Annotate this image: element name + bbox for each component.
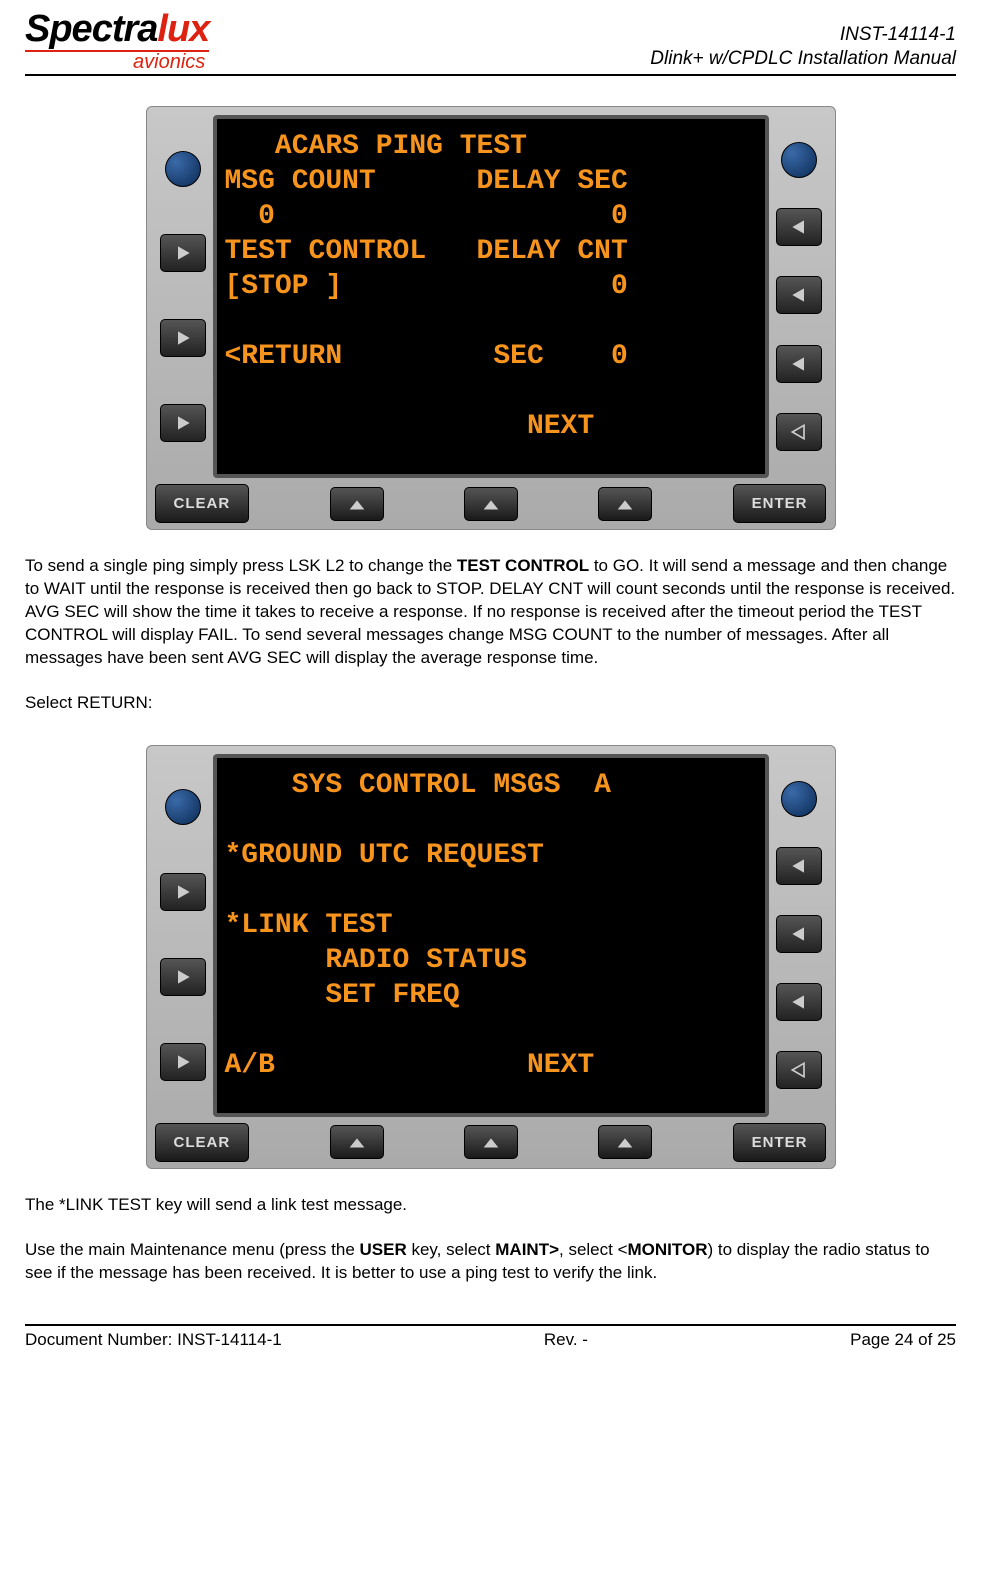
lsk-r3[interactable] xyxy=(776,276,822,314)
annunciator-left-2[interactable] xyxy=(165,789,201,825)
arrow-up-button-1[interactable] xyxy=(330,487,384,521)
annunciator-right[interactable] xyxy=(781,142,817,178)
bold-user: USER xyxy=(360,1240,407,1259)
arrow-up-button-2[interactable] xyxy=(464,487,518,521)
enter-button-2[interactable]: ENTER xyxy=(733,1123,827,1162)
clear-button-2[interactable]: CLEAR xyxy=(155,1123,250,1162)
lsk-r5[interactable] xyxy=(776,413,822,451)
clear-button[interactable]: CLEAR xyxy=(155,484,250,523)
left-lsk-column xyxy=(153,115,213,478)
paragraph-4: Use the main Maintenance menu (press the… xyxy=(25,1239,956,1285)
footer-left: Document Number: INST-14114-1 xyxy=(25,1330,282,1350)
lsk-l3b[interactable] xyxy=(160,958,206,996)
logo-text-1: Spectra xyxy=(25,8,157,50)
cdu-unit-1: ACARS PING TEST MSG COUNT DELAY SEC 0 0 … xyxy=(146,106,836,530)
lsk-r2b[interactable] xyxy=(776,847,822,885)
arrow-up-button-b3[interactable] xyxy=(598,1125,652,1159)
paragraph-1: To send a single ping simply press LSK L… xyxy=(25,555,956,670)
lsk-l2b[interactable] xyxy=(160,873,206,911)
lsk-r2[interactable] xyxy=(776,208,822,246)
page-footer: Document Number: INST-14114-1 Rev. - Pag… xyxy=(25,1324,956,1350)
lsk-r4b[interactable] xyxy=(776,983,822,1021)
cdu-screen-1: ACARS PING TEST MSG COUNT DELAY SEC 0 0 … xyxy=(213,115,769,478)
header-right: INST-14114-1 Dlink+ w/CPDLC Installation… xyxy=(650,23,956,72)
arrow-up-button-b2[interactable] xyxy=(464,1125,518,1159)
logo-text-2: lux xyxy=(157,8,209,50)
left-lsk-column-2 xyxy=(153,754,213,1117)
logo: Spectralux avionics xyxy=(25,10,209,72)
lsk-r4[interactable] xyxy=(776,345,822,383)
lsk-l4b[interactable] xyxy=(160,1043,206,1081)
page-header: Spectralux avionics INST-14114-1 Dlink+ … xyxy=(25,10,956,76)
enter-button[interactable]: ENTER xyxy=(733,484,827,523)
lsk-r5b[interactable] xyxy=(776,1051,822,1089)
right-lsk-column xyxy=(769,115,829,478)
logo-subtext: avionics xyxy=(25,50,209,72)
bold-maint: MAINT> xyxy=(495,1240,559,1259)
footer-right: Page 24 of 25 xyxy=(850,1330,956,1350)
lsk-l2[interactable] xyxy=(160,234,206,272)
annunciator-left[interactable] xyxy=(165,151,201,187)
lsk-l3[interactable] xyxy=(160,319,206,357)
doc-title: Dlink+ w/CPDLC Installation Manual xyxy=(650,47,956,72)
paragraph-2: Select RETURN: xyxy=(25,692,956,715)
cdu-unit-2: SYS CONTROL MSGS A *GROUND UTC REQUEST *… xyxy=(146,745,836,1169)
right-lsk-column-2 xyxy=(769,754,829,1117)
lsk-r3b[interactable] xyxy=(776,915,822,953)
annunciator-right-2[interactable] xyxy=(781,781,817,817)
doc-id: INST-14114-1 xyxy=(650,23,956,48)
bold-test-control: TEST CONTROL xyxy=(457,556,589,575)
cdu-screen-2: SYS CONTROL MSGS A *GROUND UTC REQUEST *… xyxy=(213,754,769,1117)
lsk-l4[interactable] xyxy=(160,404,206,442)
footer-center: Rev. - xyxy=(544,1330,588,1350)
arrow-up-button-b1[interactable] xyxy=(330,1125,384,1159)
bold-monitor: MONITOR xyxy=(628,1240,708,1259)
arrow-up-button-3[interactable] xyxy=(598,487,652,521)
paragraph-3: The *LINK TEST key will send a link test… xyxy=(25,1194,956,1217)
